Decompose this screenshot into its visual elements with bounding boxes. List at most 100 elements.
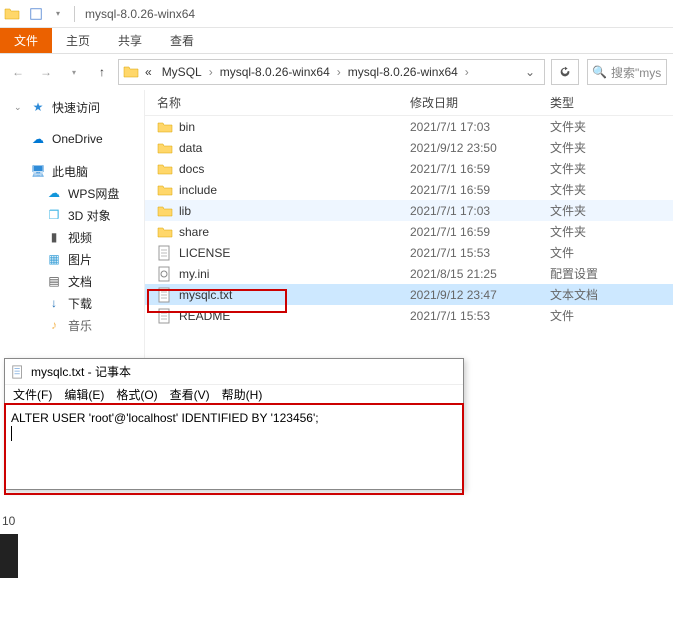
pc-icon: 🖥 bbox=[30, 163, 46, 179]
breadcrumb-item[interactable]: mysql-8.0.26-winx64 bbox=[216, 65, 334, 79]
file-date: 2021/8/15 21:25 bbox=[410, 267, 550, 281]
menu-view[interactable]: 查看(V) bbox=[166, 386, 214, 403]
address-bar[interactable]: « MySQL › mysql-8.0.26-winx64 › mysql-8.… bbox=[118, 59, 545, 85]
file-date: 2021/7/1 17:03 bbox=[410, 120, 550, 134]
sidebar-item-cube[interactable]: ❒ 3D 对象 bbox=[10, 204, 144, 226]
file-row[interactable]: include2021/7/1 16:59文件夹 bbox=[145, 179, 673, 200]
file-icon bbox=[157, 245, 173, 261]
file-row[interactable]: my.ini2021/8/15 21:25配置设置 bbox=[145, 263, 673, 284]
sidebar-item-picture[interactable]: ▦图片 bbox=[10, 248, 144, 270]
taskbar-fragment bbox=[0, 534, 18, 578]
picture-icon: ▦ bbox=[46, 251, 62, 267]
address-dropdown-icon[interactable]: ⌄ bbox=[520, 65, 540, 79]
download-icon: ↓ bbox=[46, 295, 62, 311]
file-type: 配置设置 bbox=[550, 265, 640, 282]
refresh-icon bbox=[558, 65, 572, 79]
menu-help[interactable]: 帮助(H) bbox=[218, 386, 267, 403]
file-date: 2021/9/12 23:50 bbox=[410, 141, 550, 155]
notepad-title: mysqlc.txt - 记事本 bbox=[31, 363, 131, 380]
file-row[interactable]: data2021/9/12 23:50文件夹 bbox=[145, 137, 673, 158]
sidebar-item-doc[interactable]: ▤ 文档 bbox=[10, 270, 144, 292]
ribbon-tabs: 文件 主页 共享 查看 bbox=[0, 28, 673, 54]
folder-icon bbox=[157, 182, 173, 198]
doc-icon: ▤ bbox=[46, 273, 62, 289]
chevron-right-icon[interactable]: › bbox=[336, 65, 342, 79]
cube-icon: ❒ bbox=[46, 207, 62, 223]
file-date: 2021/7/1 17:03 bbox=[410, 204, 550, 218]
nav-up-button[interactable]: ↑ bbox=[90, 60, 114, 84]
qat-dropdown-icon[interactable]: ▾ bbox=[48, 4, 68, 24]
sidebar-item-video[interactable]: ▮ 视频 bbox=[10, 226, 144, 248]
file-row[interactable]: docs2021/7/1 16:59文件夹 bbox=[145, 158, 673, 179]
tab-share[interactable]: 共享 bbox=[104, 28, 156, 53]
menu-edit[interactable]: 编辑(E) bbox=[60, 386, 108, 403]
chevron-right-icon[interactable]: › bbox=[464, 65, 470, 79]
breadcrumb-prefix[interactable]: « bbox=[141, 65, 156, 79]
file-row[interactable]: share2021/7/1 16:59文件夹 bbox=[145, 221, 673, 242]
sidebar-item-cloud[interactable]: ☁OneDrive bbox=[10, 128, 144, 150]
breadcrumb-item[interactable]: mysql-8.0.26-winx64 bbox=[344, 65, 462, 79]
sidebar-item-star[interactable]: ⌄★快速访问 bbox=[10, 96, 144, 118]
nav-forward-button[interactable]: → bbox=[34, 60, 58, 84]
search-input[interactable]: 🔍 搜索"mys bbox=[587, 59, 667, 85]
file-type: 文件夹 bbox=[550, 160, 640, 177]
breadcrumb-item[interactable]: MySQL bbox=[158, 65, 206, 79]
file-date: 2021/7/1 16:59 bbox=[410, 162, 550, 176]
qat-properties-icon[interactable] bbox=[26, 4, 46, 24]
file-type: 文件夹 bbox=[550, 118, 640, 135]
quick-access-toolbar: ▾ bbox=[26, 4, 79, 24]
file-type: 文件夹 bbox=[550, 181, 640, 198]
notepad-menubar: 文件(F) 编辑(E) 格式(O) 查看(V) 帮助(H) bbox=[5, 385, 463, 405]
sidebar-item-pc[interactable]: 🖥此电脑 bbox=[10, 160, 144, 182]
sidebar-item-cloud2[interactable]: ☁WPS网盘 bbox=[10, 182, 144, 204]
file-date: 2021/7/1 16:59 bbox=[410, 183, 550, 197]
file-row[interactable]: README2021/7/1 15:53文件 bbox=[145, 305, 673, 326]
file-row[interactable]: lib2021/7/1 17:03文件夹 bbox=[145, 200, 673, 221]
column-headers: 名称 修改日期 类型 bbox=[145, 90, 673, 116]
folder-icon bbox=[157, 224, 173, 240]
notepad-titlebar: mysqlc.txt - 记事本 bbox=[5, 359, 463, 385]
txt-icon bbox=[157, 287, 173, 303]
sidebar-item-label: 音乐 bbox=[68, 317, 92, 334]
sidebar-item-label: 视频 bbox=[68, 229, 92, 246]
column-date[interactable]: 修改日期 bbox=[410, 94, 550, 111]
column-type[interactable]: 类型 bbox=[550, 94, 640, 111]
refresh-button[interactable] bbox=[551, 59, 579, 85]
file-row[interactable]: bin 2021/7/1 17:03文件夹 bbox=[145, 116, 673, 137]
file-row[interactable]: mysqlc.txt2021/9/12 23:47文本文档 bbox=[145, 284, 673, 305]
star-icon: ★ bbox=[30, 99, 46, 115]
video-icon: ▮ bbox=[46, 229, 62, 245]
nav-back-button[interactable]: ← bbox=[6, 60, 30, 84]
search-placeholder: 搜索"mys bbox=[611, 64, 661, 81]
sidebar-item-label: OneDrive bbox=[52, 132, 103, 146]
cloud2-icon: ☁ bbox=[46, 185, 62, 201]
tab-file[interactable]: 文件 bbox=[0, 28, 52, 53]
sidebar-item-label: 文档 bbox=[68, 273, 92, 290]
separator bbox=[74, 6, 75, 22]
menu-file[interactable]: 文件(F) bbox=[9, 386, 56, 403]
file-name: lib bbox=[179, 204, 191, 218]
file-name: data bbox=[179, 141, 202, 155]
chevron-right-icon[interactable]: › bbox=[208, 65, 214, 79]
nav-recent-dropdown[interactable]: ▾ bbox=[62, 60, 86, 84]
sidebar-item-music[interactable]: ♪音乐 bbox=[10, 314, 144, 336]
sidebar-item-download[interactable]: ↓下载 bbox=[10, 292, 144, 314]
main-area: ⌄★快速访问☁OneDrive🖥此电脑☁WPS网盘❒3D 对象▮视频▦图片▤文档… bbox=[0, 90, 673, 370]
menu-format[interactable]: 格式(O) bbox=[112, 386, 161, 403]
address-bar-row: ← → ▾ ↑ « MySQL › mysql-8.0.26-winx64 › … bbox=[0, 54, 673, 90]
sidebar-item-label: 3D 对象 bbox=[68, 207, 111, 224]
file-name: bin bbox=[179, 120, 195, 134]
tab-view[interactable]: 查看 bbox=[156, 28, 208, 53]
file-row[interactable]: LICENSE2021/7/1 15:53文件 bbox=[145, 242, 673, 263]
file-list: 名称 修改日期 类型 bin2021/7/1 17:03文件夹data2021/… bbox=[145, 90, 673, 370]
sidebar-item-label: 快速访问 bbox=[52, 99, 100, 116]
file-name: README bbox=[179, 309, 230, 323]
folder-icon bbox=[157, 140, 173, 156]
folder-icon bbox=[157, 119, 173, 135]
file-type: 文件夹 bbox=[550, 223, 640, 240]
tab-home[interactable]: 主页 bbox=[52, 28, 104, 53]
column-name[interactable]: 名称 bbox=[145, 94, 410, 111]
file-icon bbox=[157, 308, 173, 324]
file-name: LICENSE bbox=[179, 246, 230, 260]
notepad-textarea[interactable]: ALTER USER 'root'@'localhost' IDENTIFIED… bbox=[5, 405, 463, 489]
